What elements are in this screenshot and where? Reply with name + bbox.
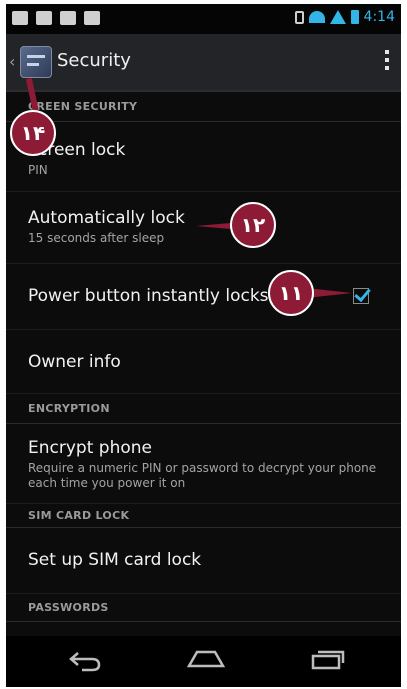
annotation-badge-11: ۱۱ bbox=[268, 270, 314, 316]
pref-screen-lock[interactable]: creen lock PIN bbox=[6, 122, 401, 192]
settings-app-icon[interactable] bbox=[20, 46, 52, 78]
email-icon bbox=[12, 11, 28, 25]
back-icon[interactable] bbox=[68, 650, 102, 672]
overflow-menu-icon[interactable] bbox=[385, 50, 391, 70]
category-label: SIM CARD LOCK bbox=[28, 509, 130, 522]
action-bar: ‹ Security bbox=[6, 34, 401, 92]
calendar-icon bbox=[60, 11, 76, 25]
category-label: CREEN SECURITY bbox=[28, 100, 138, 113]
pref-title: Set up SIM card lock bbox=[28, 550, 202, 570]
wifi-icon bbox=[308, 11, 325, 23]
signal-icon bbox=[329, 10, 346, 24]
navigation-bar bbox=[6, 636, 401, 687]
checkbox-checked[interactable] bbox=[353, 288, 369, 304]
pref-title: creen lock bbox=[38, 140, 126, 160]
pref-power-button-locks[interactable]: Power button instantly locks bbox=[6, 264, 401, 330]
pref-auto-lock[interactable]: Automatically lock 15 seconds after slee… bbox=[6, 192, 401, 264]
pref-summary: PIN bbox=[28, 163, 48, 177]
message-icon bbox=[36, 11, 52, 25]
category-label: ENCRYPTION bbox=[28, 402, 110, 415]
category-label: PASSWORDS bbox=[28, 601, 109, 614]
system-icons: 4:14 bbox=[294, 9, 395, 25]
page-title: Security bbox=[57, 50, 131, 71]
annotation-badge-12: ۱۲ bbox=[230, 202, 276, 248]
pref-summary: Require a numeric PIN or password to dec… bbox=[28, 461, 377, 490]
pref-summary: 15 seconds after sleep bbox=[28, 231, 165, 245]
pref-sim-lock[interactable]: Set up SIM card lock bbox=[6, 528, 401, 594]
pref-title: Encrypt phone bbox=[28, 438, 152, 458]
pref-owner-info[interactable]: Owner info bbox=[6, 330, 401, 394]
gamepad-icon bbox=[84, 11, 100, 25]
home-icon[interactable] bbox=[187, 650, 225, 668]
recent-apps-icon[interactable] bbox=[310, 650, 346, 670]
up-caret-icon[interactable]: ‹ bbox=[9, 52, 15, 71]
status-bar: 4:14 bbox=[6, 4, 401, 34]
battery-icon bbox=[350, 10, 359, 24]
pref-title: Owner info bbox=[28, 352, 121, 372]
annotation-badge-14: ۱۴ bbox=[10, 110, 56, 156]
annotation-number: ۱۴ bbox=[20, 121, 46, 145]
clock: 4:14 bbox=[363, 9, 395, 25]
category-encryption: ENCRYPTION bbox=[6, 394, 401, 424]
pref-title: Power button instantly locks bbox=[28, 286, 269, 306]
sim-icon bbox=[294, 10, 304, 24]
category-screen-security: CREEN SECURITY bbox=[6, 92, 401, 122]
pref-encrypt-phone[interactable]: Encrypt phone Require a numeric PIN or p… bbox=[6, 424, 401, 504]
annotation-number: ۱۱ bbox=[278, 281, 304, 305]
settings-list: CREEN SECURITY creen lock PIN Automatica… bbox=[6, 92, 401, 622]
category-sim-card-lock: SIM CARD LOCK bbox=[6, 504, 401, 528]
category-passwords: PASSWORDS bbox=[6, 594, 401, 622]
annotation-number: ۱۲ bbox=[240, 213, 266, 237]
phone-screen: 4:14 ‹ Security CREEN SECURITY creen loc… bbox=[6, 4, 401, 687]
notification-icons bbox=[12, 11, 100, 25]
